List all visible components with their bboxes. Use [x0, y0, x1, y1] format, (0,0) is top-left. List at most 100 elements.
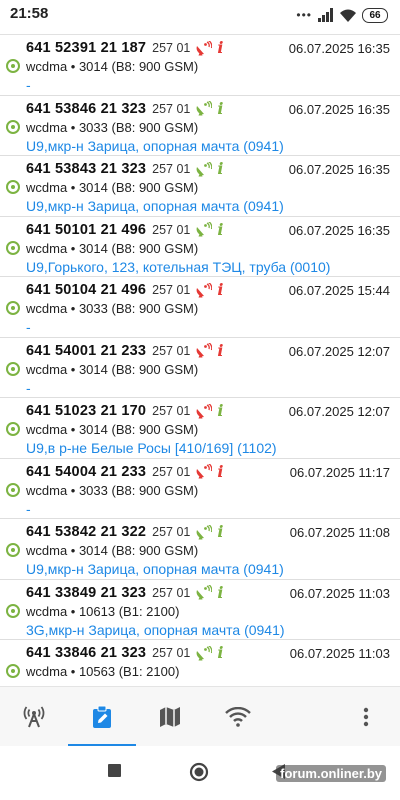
battery-indicator: 66	[362, 7, 388, 23]
row-technology: wcdma • 3014 (B8: 900 GSM)	[26, 361, 199, 377]
log-clipboard-icon	[93, 705, 111, 728]
antenna-status-icon	[196, 524, 213, 539]
mcc-mnc: 257 01	[152, 585, 191, 600]
info-icon[interactable]: i	[217, 524, 223, 540]
signal-icon	[318, 8, 333, 22]
mcc-mnc: 257 01	[152, 525, 191, 539]
recents-button[interactable]	[108, 764, 122, 783]
antenna-status-icon	[196, 161, 213, 176]
nav-map[interactable]	[136, 687, 204, 747]
row-date: 06.07.2025 15:44	[288, 283, 390, 298]
home-button[interactable]	[189, 762, 209, 787]
cell-tower-icon	[23, 706, 45, 728]
antenna-status-icon	[196, 585, 213, 600]
antenna-status-icon	[196, 282, 213, 297]
row-date: 06.07.2025 11:17	[289, 464, 390, 480]
row-technology: wcdma • 10563 (B1: 2100)	[26, 664, 180, 679]
row-date: 06.07.2025 16:35	[288, 162, 390, 177]
mcc-mnc: 257 01	[152, 464, 191, 479]
status-ok-icon	[6, 482, 20, 497]
list-item[interactable]: 641 54004 21 233 257 01 i 06.07.2025 11:…	[0, 459, 400, 519]
row-technology: wcdma • 3014 (B8: 900 GSM)	[26, 543, 199, 558]
info-icon[interactable]: i	[217, 221, 223, 238]
bottom-navigation	[0, 686, 400, 747]
info-icon[interactable]: i	[217, 342, 223, 359]
cell-id: 641 53842 21 322	[26, 524, 147, 540]
info-icon[interactable]: i	[217, 282, 223, 298]
antenna-status-icon	[196, 101, 213, 116]
status-ok-icon	[6, 119, 20, 134]
cell-id: 641 54004 21 233	[26, 463, 147, 480]
info-icon[interactable]: i	[217, 161, 223, 177]
cell-id: 641 50101 21 496	[26, 221, 147, 238]
row-date: 06.07.2025 12:07	[288, 343, 390, 359]
status-bar: 21:58 ••• 66	[0, 0, 400, 30]
mcc-mnc: 257 01	[152, 343, 191, 358]
row-address[interactable]: U9,мкр-н Зарица, опорная мачта (0941)	[26, 198, 284, 214]
list-item[interactable]: 641 52391 21 187 257 01 i 06.07.2025 16:…	[0, 35, 400, 96]
cell-id: 641 52391 21 187	[26, 40, 147, 56]
row-date: 06.07.2025 16:35	[288, 222, 390, 238]
row-header: 641 53846 21 323 257 01 i	[26, 100, 223, 118]
list-item[interactable]: 641 50101 21 496 257 01 i 06.07.2025 16:…	[0, 217, 400, 277]
list-item[interactable]: 641 53842 21 322 257 01 i 06.07.2025 11:…	[0, 519, 400, 580]
row-address[interactable]: U9,мкр-н Зарица, опорная мачта (0941)	[26, 561, 284, 577]
row-address[interactable]: -	[26, 380, 31, 396]
info-icon[interactable]: i	[217, 584, 223, 601]
row-address[interactable]: 3G,мкр-н Зарица, опорная мачта (0941)	[26, 622, 285, 638]
mcc-mnc: 257 01	[152, 646, 191, 660]
list-item[interactable]: 641 33846 21 323 257 01 i 06.07.2025 11:…	[0, 640, 400, 686]
row-header: 641 33849 21 323 257 01 i	[26, 584, 223, 602]
info-icon[interactable]: i	[217, 40, 223, 56]
nav-wifi[interactable]	[204, 687, 272, 747]
wifi-icon	[225, 707, 251, 727]
row-header: 641 53843 21 323 257 01 i	[26, 160, 223, 178]
row-date: 06.07.2025 16:35	[288, 41, 390, 56]
row-address[interactable]: U9,в р-не Белые Росы [410/169] (1102)	[26, 440, 277, 456]
antenna-status-icon	[196, 403, 213, 418]
map-icon	[160, 707, 180, 727]
row-technology: wcdma • 3014 (B8: 900 GSM)	[26, 240, 199, 256]
status-ok-icon	[6, 664, 20, 678]
nav-log[interactable]	[68, 687, 136, 747]
status-ok-icon	[6, 59, 20, 73]
row-address[interactable]: U9,мкр-н Зарица, опорная мачта (0941)	[26, 138, 284, 154]
nav-cell-tower[interactable]	[0, 687, 68, 747]
status-ok-icon	[6, 240, 20, 255]
row-address[interactable]: -	[26, 77, 31, 93]
row-address[interactable]: -	[26, 501, 31, 517]
info-icon[interactable]: i	[217, 403, 223, 419]
cell-id: 641 53846 21 323	[26, 100, 147, 117]
row-address[interactable]: U9,Горького, 123, котельная ТЭЦ, труба (…	[26, 259, 330, 275]
list-item[interactable]: 641 53846 21 323 257 01 i 06.07.2025 16:…	[0, 96, 400, 156]
list-item[interactable]: 641 33849 21 323 257 01 i 06.07.2025 11:…	[0, 580, 400, 640]
cell-id: 641 50104 21 496	[26, 282, 147, 298]
row-header: 641 51023 21 170 257 01 i	[26, 402, 223, 420]
info-icon[interactable]: i	[217, 100, 223, 117]
list-item[interactable]: 641 53843 21 323 257 01 i 06.07.2025 16:…	[0, 156, 400, 217]
more-vert-icon	[363, 707, 369, 727]
home-circle-icon	[189, 762, 209, 782]
row-date: 06.07.2025 11:03	[289, 646, 390, 661]
mcc-mnc: 257 01	[152, 404, 191, 418]
list-item[interactable]: 641 51023 21 170 257 01 i 06.07.2025 12:…	[0, 398, 400, 459]
cell-log-list[interactable]: 641 52391 21 187 257 01 i 06.07.2025 16:…	[0, 30, 400, 686]
status-ok-icon	[6, 422, 20, 436]
mcc-mnc: 257 01	[152, 222, 191, 237]
mcc-mnc: 257 01	[152, 283, 191, 297]
status-ok-icon	[6, 180, 20, 194]
more-menu-button[interactable]	[332, 687, 400, 747]
cell-id: 641 51023 21 170	[26, 403, 147, 419]
row-technology: wcdma • 3033 (B8: 900 GSM)	[26, 119, 199, 135]
info-icon[interactable]: i	[217, 645, 223, 661]
info-icon[interactable]: i	[217, 463, 223, 480]
row-header: 641 50101 21 496 257 01 i	[26, 221, 223, 239]
row-address[interactable]: -	[26, 319, 31, 335]
row-date: 06.07.2025 16:35	[288, 101, 390, 117]
status-ok-icon	[6, 543, 20, 557]
row-header: 641 53842 21 322 257 01 i	[26, 523, 223, 541]
notification-dots: •••	[296, 8, 312, 22]
list-item[interactable]: 641 54001 21 233 257 01 i 06.07.2025 12:…	[0, 338, 400, 398]
row-technology: wcdma • 10613 (B1: 2100)	[26, 603, 180, 619]
list-item[interactable]: 641 50104 21 496 257 01 i 06.07.2025 15:…	[0, 277, 400, 338]
